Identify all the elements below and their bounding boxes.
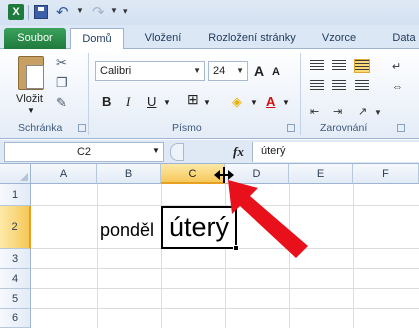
- align-center-icon[interactable]: [332, 80, 346, 92]
- font-group-label: Písmo: [172, 122, 202, 134]
- borders-dropdown-icon[interactable]: ▼: [203, 98, 211, 107]
- fill-color-icon[interactable]: ◈: [232, 94, 242, 110]
- row-header[interactable]: 1: [0, 184, 31, 206]
- alignment-group-label: Zarovnání: [320, 122, 368, 134]
- orientation-icon[interactable]: ↗: [358, 105, 367, 118]
- cut-icon[interactable]: ✂: [56, 55, 67, 71]
- fill-color-dropdown-icon[interactable]: ▼: [250, 98, 258, 107]
- quick-access-toolbar: X ↶ ▼ ↷ ▼ ▾: [0, 0, 419, 25]
- tab-file[interactable]: Soubor: [4, 28, 66, 49]
- formula-input[interactable]: úterý: [252, 142, 419, 162]
- underline-button[interactable]: U: [147, 94, 156, 109]
- gridline: [353, 184, 354, 328]
- formula-bar-expander[interactable]: [170, 143, 184, 161]
- paste-button[interactable]: Vložit: [16, 93, 43, 105]
- ribbon: Vložit ▼ ✂ ❐ ✎ Schránka Calibri ▼ 24 ▼ A…: [0, 49, 419, 139]
- redo-dropdown-icon[interactable]: ▼: [110, 6, 118, 15]
- column-header[interactable]: B: [97, 164, 161, 184]
- formula-bar: C2 ▼ fx úterý: [0, 140, 419, 164]
- clipboard-launcher-icon[interactable]: [78, 124, 86, 132]
- name-box[interactable]: C2: [4, 142, 164, 162]
- select-all-button[interactable]: [0, 164, 31, 184]
- row-header-selected[interactable]: 2: [0, 206, 31, 249]
- row-header[interactable]: 4: [0, 269, 31, 289]
- toolbar-separator: [28, 5, 29, 20]
- increase-indent-icon[interactable]: ⇥: [333, 105, 342, 118]
- row-header[interactable]: 6: [0, 309, 31, 328]
- font-name-select[interactable]: Calibri ▼: [95, 61, 205, 81]
- italic-button[interactable]: I: [126, 94, 130, 110]
- row-header[interactable]: 3: [0, 249, 31, 269]
- cell-c2-value: úterý: [169, 212, 230, 242]
- chevron-down-icon[interactable]: ▼: [152, 146, 160, 155]
- align-right-icon[interactable]: [355, 80, 369, 92]
- format-painter-icon[interactable]: ✎: [56, 95, 67, 111]
- merge-center-icon[interactable]: ⇔: [392, 81, 403, 93]
- borders-icon[interactable]: ⊞: [187, 91, 199, 108]
- alignment-launcher-icon[interactable]: [397, 124, 405, 132]
- grow-font-button[interactable]: A: [254, 63, 264, 79]
- tab-page-layout[interactable]: Rozložení stránky: [199, 28, 305, 49]
- chevron-down-icon: ▼: [193, 66, 201, 75]
- font-size-select[interactable]: 24 ▼: [208, 61, 248, 81]
- excel-app-icon[interactable]: X: [8, 4, 24, 20]
- insert-function-button[interactable]: fx: [233, 144, 244, 160]
- chevron-down-icon: ▼: [236, 66, 244, 75]
- font-launcher-icon[interactable]: [287, 124, 295, 132]
- redo-icon[interactable]: ↷: [92, 3, 105, 21]
- align-left-icon[interactable]: [310, 80, 324, 92]
- tab-insert[interactable]: Vložení: [132, 28, 194, 49]
- underline-dropdown-icon[interactable]: ▼: [163, 98, 171, 107]
- bold-button[interactable]: B: [102, 94, 111, 109]
- ribbon-tabs: Soubor Domů Vložení Rozložení stránky Vz…: [0, 25, 419, 50]
- shrink-font-button[interactable]: A: [272, 66, 280, 78]
- font-size-value: 24: [213, 65, 226, 77]
- save-icon[interactable]: [34, 5, 48, 19]
- wrap-text-icon[interactable]: ↵: [392, 60, 401, 73]
- tab-data[interactable]: Data: [384, 28, 419, 49]
- copy-icon[interactable]: ❐: [56, 75, 68, 91]
- active-cell-c2[interactable]: úterý: [161, 206, 237, 249]
- row-header[interactable]: 5: [0, 289, 31, 309]
- tab-home[interactable]: Domů: [70, 28, 124, 50]
- tab-formulas[interactable]: Vzorce: [312, 28, 366, 49]
- align-bottom-icon[interactable]: [354, 59, 370, 73]
- cell-b2[interactable]: ponděl: [100, 220, 154, 241]
- gridline: [97, 184, 98, 328]
- clipboard-group-label: Schránka: [18, 122, 63, 134]
- font-color-dropdown-icon[interactable]: ▼: [282, 98, 290, 107]
- group-separator: [88, 53, 89, 135]
- paste-dropdown-icon[interactable]: ▼: [27, 106, 35, 115]
- undo-icon[interactable]: ↶: [56, 3, 69, 21]
- undo-dropdown-icon[interactable]: ▼: [76, 6, 84, 15]
- customize-toolbar-icon[interactable]: ▾: [123, 6, 128, 17]
- align-middle-icon[interactable]: [332, 60, 346, 72]
- decrease-indent-icon[interactable]: ⇤: [310, 105, 319, 118]
- group-separator: [300, 53, 301, 135]
- column-header[interactable]: F: [353, 164, 419, 184]
- paste-icon[interactable]: [18, 56, 44, 90]
- font-name-value: Calibri: [100, 65, 132, 77]
- font-color-button[interactable]: A: [266, 94, 275, 109]
- align-top-icon[interactable]: [310, 60, 324, 72]
- orientation-dropdown-icon[interactable]: ▼: [374, 108, 382, 117]
- column-header[interactable]: A: [31, 164, 97, 184]
- red-arrow-annotation: [228, 180, 308, 258]
